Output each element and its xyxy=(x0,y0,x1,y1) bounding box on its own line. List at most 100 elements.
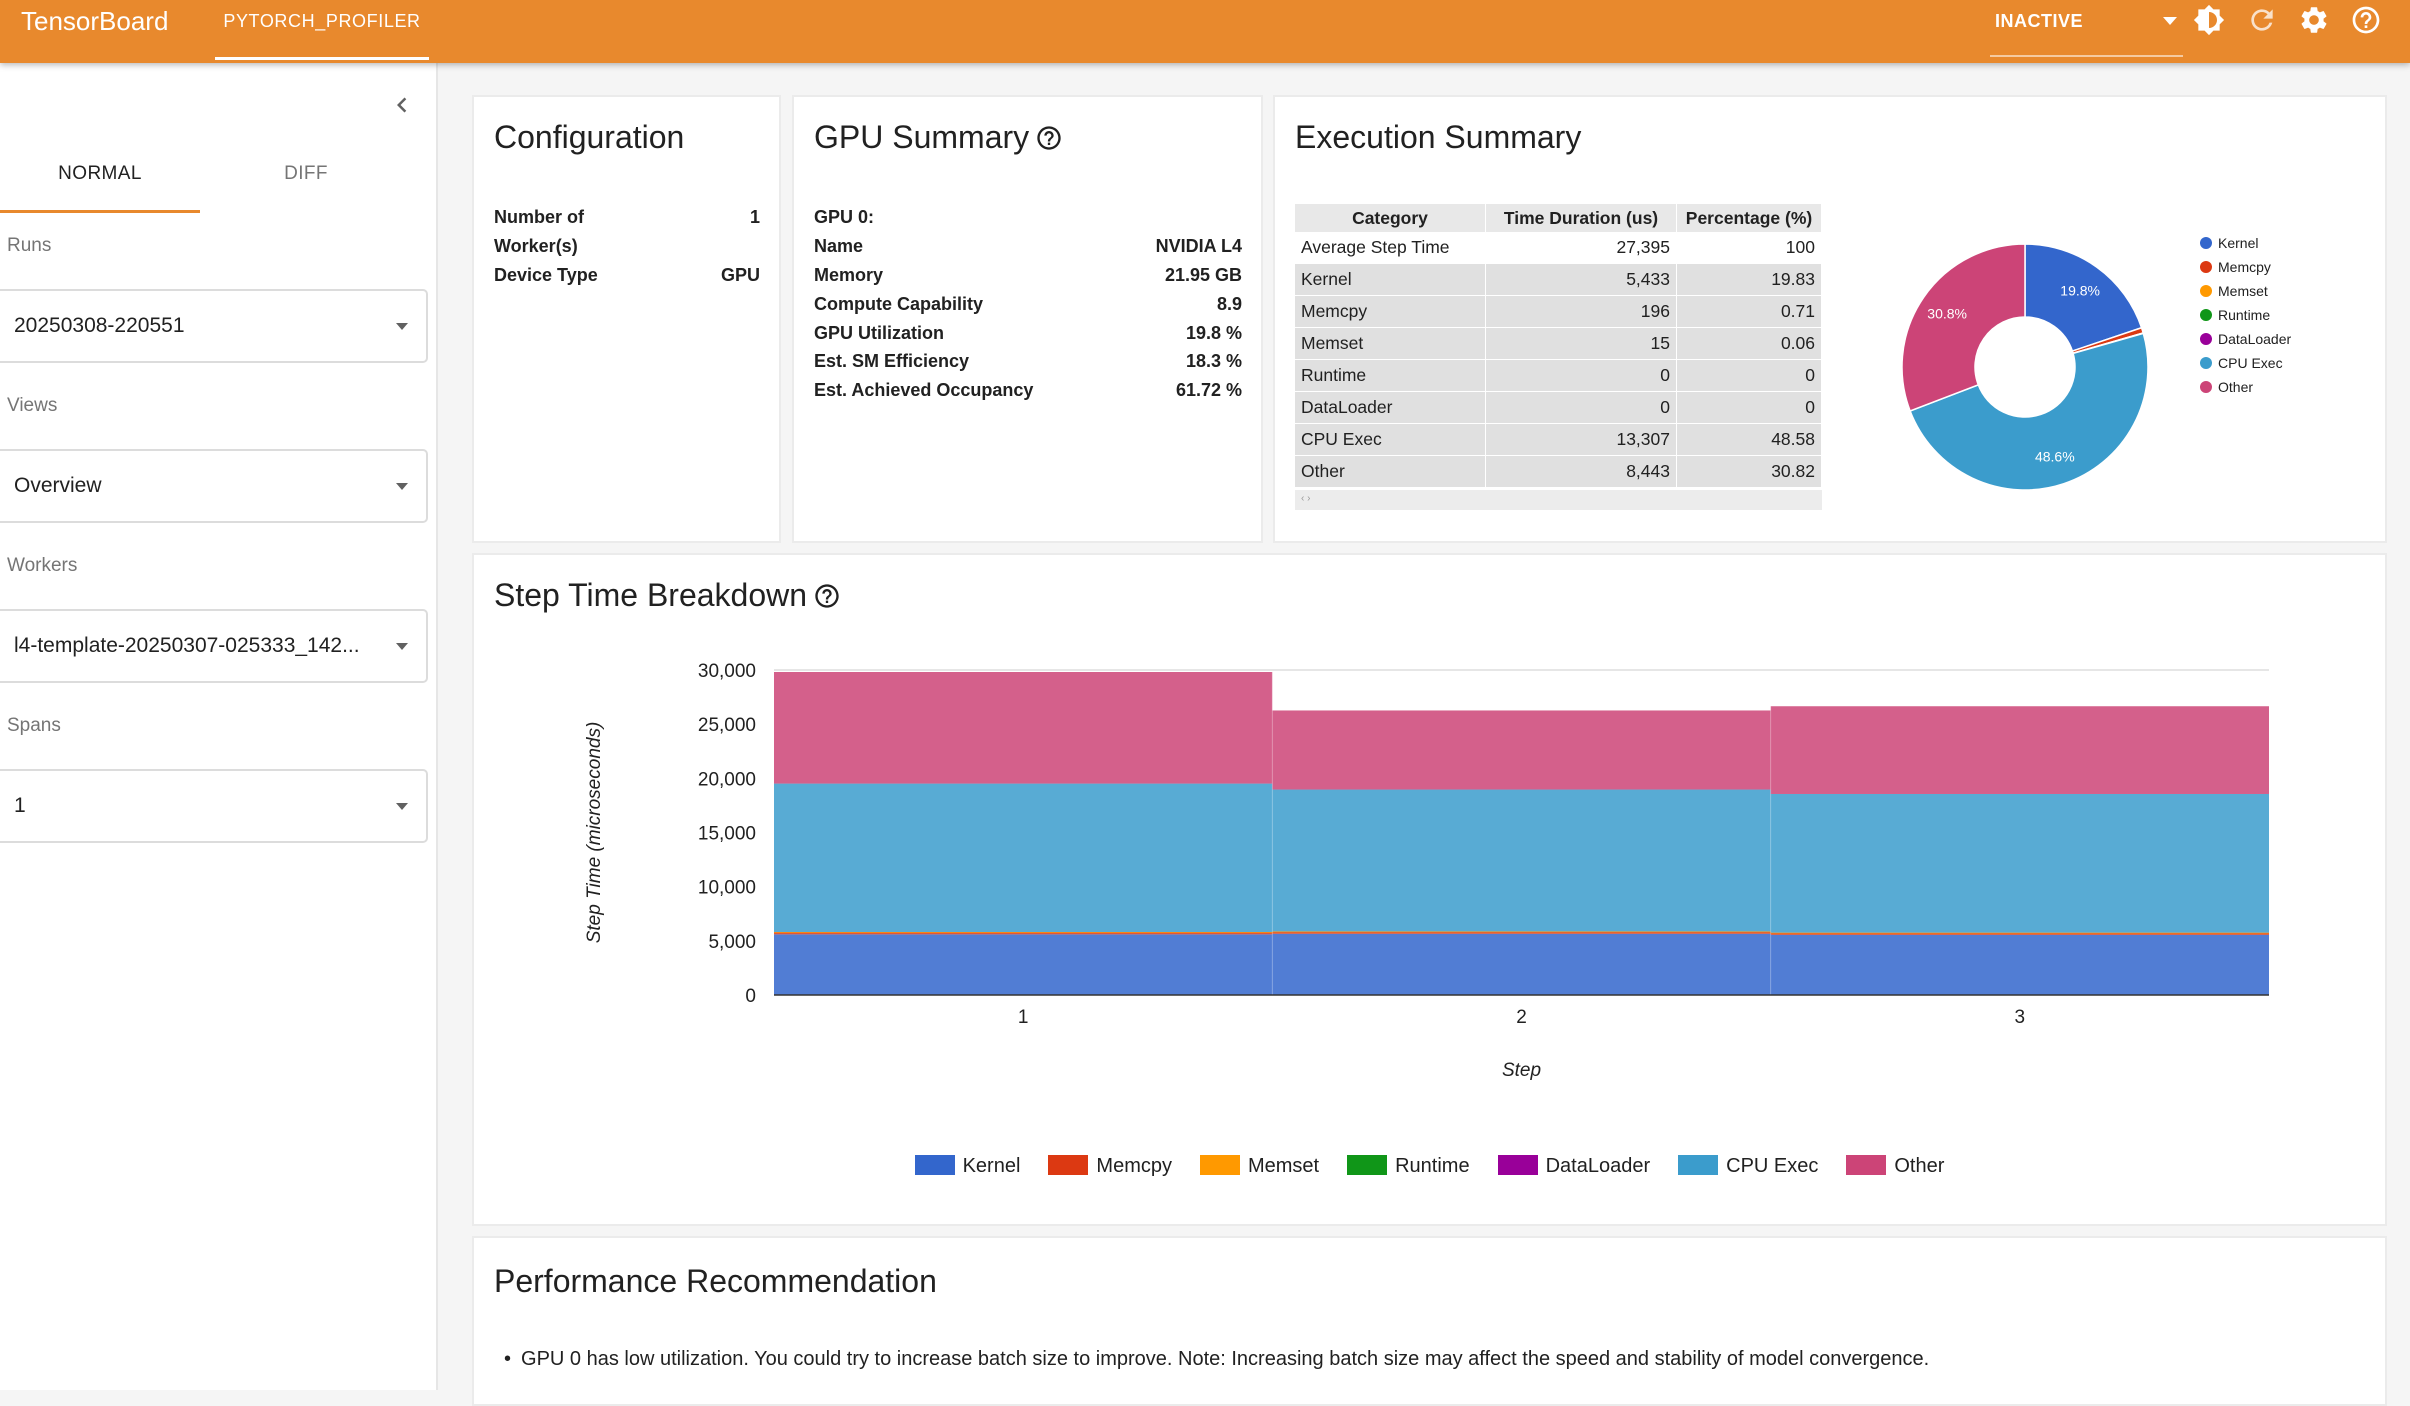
table-cell: Other xyxy=(1295,455,1486,488)
area-segment-memset[interactable] xyxy=(1272,931,1771,933)
pie-slice-label: 48.6% xyxy=(2035,449,2075,465)
legend-swatch xyxy=(1347,1155,1388,1175)
y-tick-label: 10,000 xyxy=(698,878,756,899)
column-header[interactable]: Time Duration (us) xyxy=(1485,204,1677,232)
pie-slice-other[interactable] xyxy=(1901,243,2026,412)
table-row: Kernel 5,433 19.83 xyxy=(1295,263,1822,296)
gpu-header-row: GPU 0: xyxy=(814,207,1242,237)
table-cell: 0 xyxy=(1676,359,1822,392)
caret-down-icon xyxy=(396,323,408,330)
legend-swatch xyxy=(1048,1155,1089,1175)
help-circle-icon[interactable] xyxy=(1035,123,1063,151)
legend-item-runtime[interactable]: Runtime xyxy=(1347,1155,1470,1178)
settings-icon[interactable] xyxy=(2298,4,2330,36)
legend-label: Memset xyxy=(2218,283,2268,299)
config-key: Device Type xyxy=(494,265,598,285)
legend-item-other[interactable]: Other xyxy=(1846,1155,1944,1178)
tab-diff[interactable]: DIFF xyxy=(206,163,406,207)
area-segment-kernel[interactable] xyxy=(1770,934,2269,995)
gpu-key: Est. SM Efficiency xyxy=(814,351,970,371)
legend-item-dataloader[interactable]: DataLoader xyxy=(1497,1155,1650,1178)
sidebar: NORMAL DIFF Runs 20250308-220551 Views O… xyxy=(0,63,438,1390)
y-tick-label: 15,000 xyxy=(698,824,756,845)
config-value: GPU xyxy=(720,265,760,285)
gpu-key: Compute Capability xyxy=(814,294,984,314)
help-circle-icon[interactable] xyxy=(813,581,841,609)
area-segment-other[interactable] xyxy=(774,672,1273,784)
gpu-row: Est. Achieved Occupancy 61.72 % xyxy=(814,380,1242,410)
legend-item-other[interactable]: Other xyxy=(2200,375,2291,399)
gpu-value: 61.72 % xyxy=(1175,380,1242,400)
gpu-value: 21.95 GB xyxy=(1164,265,1242,285)
spans-select-value: 1 xyxy=(14,794,26,817)
legend-item-memset[interactable]: Memset xyxy=(1199,1155,1319,1178)
legend-label: Runtime xyxy=(2218,307,2271,323)
legend-item-kernel[interactable]: Kernel xyxy=(914,1155,1021,1178)
config-row-device: Device Type GPU xyxy=(494,265,760,295)
table-row: CPU Exec 13,307 48.58 xyxy=(1295,423,1822,456)
table-pagination[interactable]: ‹ › xyxy=(1295,490,1822,510)
legend-swatch xyxy=(1678,1155,1719,1175)
spans-select[interactable]: 1 xyxy=(0,769,428,843)
legend-swatch xyxy=(2200,309,2212,321)
legend-item-memset[interactable]: Memset xyxy=(2200,279,2291,303)
chevron-left-icon[interactable] xyxy=(387,90,417,120)
table-cell: 15 xyxy=(1485,327,1677,360)
table-row: DataLoader 0 0 xyxy=(1295,391,1822,424)
views-select[interactable]: Overview xyxy=(0,449,428,523)
gpu-key: Est. Achieved Occupancy xyxy=(814,380,1034,400)
area-segment-cpu-exec[interactable] xyxy=(1770,793,2269,933)
config-key: Number of xyxy=(494,207,584,227)
legend-item-dataloader[interactable]: DataLoader xyxy=(2200,327,2291,351)
config-row-workers: Number of Worker(s) 1 xyxy=(494,207,760,267)
table-cell: 0.06 xyxy=(1676,327,1822,360)
area-segment-memset[interactable] xyxy=(1770,932,2269,934)
area-segment-kernel[interactable] xyxy=(774,934,1273,995)
execution-summary-title: Execution Summary xyxy=(1295,119,1582,155)
table-cell: 27,395 xyxy=(1485,232,1677,264)
table-cell: 0 xyxy=(1676,391,1822,424)
gpu-row: Memory 21.95 GB xyxy=(814,265,1242,295)
column-header[interactable]: Percentage (%) xyxy=(1676,204,1822,232)
area-segment-cpu-exec[interactable] xyxy=(1272,789,1771,932)
runs-select[interactable]: 20250308-220551 xyxy=(0,289,428,363)
workers-select[interactable]: l4-template-20250307-025333_142... xyxy=(0,609,428,683)
area-segment-cpu-exec[interactable] xyxy=(774,783,1273,933)
tab-normal[interactable]: NORMAL xyxy=(0,163,200,207)
legend-label: Other xyxy=(1894,1155,1945,1177)
legend-item-runtime[interactable]: Runtime xyxy=(2200,303,2291,327)
spans-label: Spans xyxy=(7,715,61,736)
legend-swatch xyxy=(2200,285,2212,297)
legend-item-kernel[interactable]: Kernel xyxy=(2200,231,2291,255)
y-axis-title: Step Time (microseconds) xyxy=(584,722,605,944)
table-cell: Memcpy xyxy=(1295,295,1486,328)
legend-swatch xyxy=(1497,1155,1538,1175)
refresh-icon[interactable] xyxy=(2246,4,2278,36)
legend-item-memcpy[interactable]: Memcpy xyxy=(2200,255,2291,279)
gpu-header: GPU 0: xyxy=(814,207,875,227)
caret-down-icon xyxy=(396,803,408,810)
table-row: Memset 15 0.06 xyxy=(1295,327,1822,360)
area-segment-other[interactable] xyxy=(1770,706,2269,794)
legend-item-memcpy[interactable]: Memcpy xyxy=(1048,1155,1172,1178)
legend-swatch xyxy=(2200,357,2212,369)
gpu-value: 18.3 % xyxy=(1185,351,1242,371)
legend-label: Kernel xyxy=(962,1155,1021,1177)
table-cell: 0 xyxy=(1485,359,1677,392)
legend-swatch xyxy=(2200,261,2212,273)
gpu-value: 8.9 xyxy=(1216,294,1242,314)
pagination-arrows[interactable]: ‹ › xyxy=(1301,493,1310,504)
table-cell: CPU Exec xyxy=(1295,423,1486,456)
brightness-icon[interactable] xyxy=(2193,4,2225,36)
area-segment-kernel[interactable] xyxy=(1272,933,1771,995)
area-segment-memset[interactable] xyxy=(774,932,1273,933)
legend-item-cpu-exec[interactable]: CPU Exec xyxy=(2200,351,2291,375)
tab-pytorch-profiler[interactable]: PYTORCH_PROFILER xyxy=(215,0,429,60)
area-segment-other[interactable] xyxy=(1272,710,1771,790)
column-header[interactable]: Category xyxy=(1295,204,1486,232)
app-brand[interactable]: TensorBoard xyxy=(21,0,168,42)
legend-item-cpu-exec[interactable]: CPU Exec xyxy=(1678,1155,1818,1178)
help-icon[interactable] xyxy=(2350,4,2382,36)
bullet-dot: • xyxy=(504,1348,512,1370)
inactive-plugins-select[interactable]: INACTIVE xyxy=(1990,0,2183,57)
